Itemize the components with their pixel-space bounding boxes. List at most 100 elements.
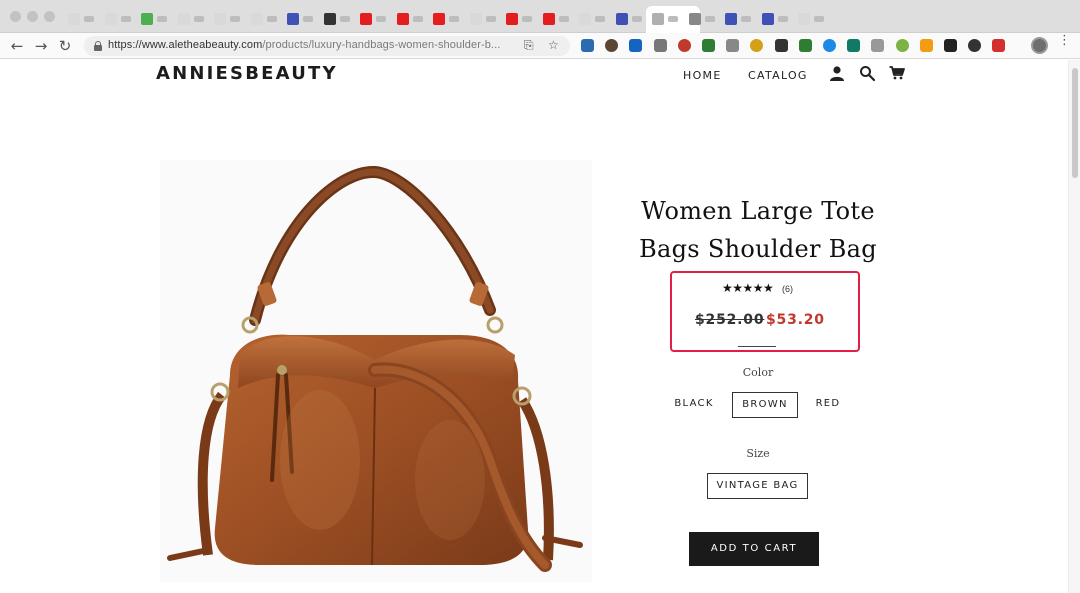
tab-favicon-icon xyxy=(396,13,409,25)
product-image[interactable] xyxy=(160,160,592,582)
url-main: https://www.aletheabeauty.com xyxy=(108,39,263,51)
extension-a-icon[interactable] xyxy=(944,39,957,52)
tab-title-redacted xyxy=(376,16,386,22)
reload-icon[interactable]: ↻ xyxy=(56,37,74,55)
back-arrow-icon[interactable]: ← xyxy=(8,37,26,55)
close-window-dot[interactable] xyxy=(10,11,21,22)
extension-bars-icon[interactable] xyxy=(798,39,812,52)
tab-favicon-icon xyxy=(323,13,336,25)
address-bar[interactable]: https://www.aletheabeauty.com/products/l… xyxy=(84,36,570,56)
browser-tab[interactable] xyxy=(391,6,428,33)
add-to-cart-button[interactable]: ADD TO CART xyxy=(689,532,819,566)
minimize-window-dot[interactable] xyxy=(27,11,38,22)
browser-tab[interactable] xyxy=(62,6,99,33)
color-swatch-red[interactable]: RED xyxy=(810,392,846,418)
browser-tab[interactable] xyxy=(354,6,391,33)
tab-title-redacted xyxy=(266,16,277,22)
page-scrollbar[interactable] xyxy=(1068,60,1080,593)
tab-title-redacted xyxy=(303,16,313,22)
product-title: Women Large Tote Bags Shoulder Bag xyxy=(630,192,886,268)
tab-favicon-icon xyxy=(652,13,664,25)
profile-avatar[interactable] xyxy=(1031,37,1048,54)
tab-title-redacted xyxy=(120,16,131,22)
tab-favicon-icon xyxy=(214,13,226,25)
tab-favicon-icon xyxy=(579,13,591,25)
extension-magnifier-icon[interactable] xyxy=(871,39,885,52)
extension-circle-icon[interactable] xyxy=(605,39,619,52)
extension-record-icon[interactable] xyxy=(992,39,1006,52)
browser-tab[interactable] xyxy=(719,6,756,33)
browser-tab[interactable] xyxy=(172,6,209,33)
color-swatch-black[interactable]: BLACK xyxy=(668,392,720,418)
browser-tab[interactable] xyxy=(208,6,245,33)
tab-title-redacted xyxy=(230,16,240,22)
extension-note-icon[interactable] xyxy=(653,39,667,52)
extension-square-icon[interactable] xyxy=(847,39,861,52)
extension-js-icon[interactable] xyxy=(774,39,788,52)
browser-tab[interactable] xyxy=(464,6,501,33)
tab-title-redacted xyxy=(814,16,824,22)
size-option-vintage-bag[interactable]: VINTAGE BAG xyxy=(707,473,808,499)
store-logo[interactable]: ANNIESBEAUTY xyxy=(156,63,338,84)
tab-favicon-icon xyxy=(688,13,701,25)
tab-title-redacted xyxy=(777,16,788,22)
browser-tab[interactable] xyxy=(500,6,537,33)
browser-tab[interactable] xyxy=(792,6,829,33)
tab-title-redacted xyxy=(412,16,423,22)
browser-tab[interactable] xyxy=(281,6,318,33)
sale-price: $53.20 xyxy=(766,312,825,328)
browser-tab[interactable] xyxy=(318,6,355,33)
extension-dot-icon[interactable] xyxy=(968,39,982,52)
color-swatch-brown[interactable]: BROWN xyxy=(732,392,798,418)
tab-title-redacted xyxy=(193,16,204,22)
browser-tab[interactable] xyxy=(135,6,172,33)
tab-favicon-icon xyxy=(177,13,190,25)
account-icon[interactable] xyxy=(829,65,845,81)
cart-icon[interactable] xyxy=(889,65,905,81)
tab-title-redacted xyxy=(339,16,350,22)
translate-icon[interactable]: ⎘ xyxy=(524,38,534,53)
extension-flag-icon[interactable] xyxy=(581,39,594,52)
extension-gem-icon[interactable] xyxy=(750,39,764,52)
tab-title-redacted xyxy=(449,16,459,22)
rating-stars[interactable]: ★★★★★ xyxy=(722,281,774,295)
nav-catalog[interactable]: CATALOG xyxy=(748,69,808,82)
browser-menu-icon[interactable]: ⋮ xyxy=(1058,34,1071,47)
product-title-line-1: Women Large Tote xyxy=(641,197,875,225)
extension-leaf-icon[interactable] xyxy=(702,39,715,52)
tab-favicon-icon xyxy=(615,13,628,25)
zoom-window-dot[interactable] xyxy=(44,11,55,22)
scrollbar-thumb[interactable] xyxy=(1072,68,1078,178)
extension-check-icon[interactable] xyxy=(823,39,836,52)
extension-target-icon[interactable] xyxy=(629,39,643,52)
browser-tab[interactable] xyxy=(245,6,282,33)
tab-title-redacted xyxy=(522,16,532,22)
tab-title-redacted xyxy=(668,16,678,22)
tab-favicon-icon xyxy=(761,13,774,25)
extension-key-icon[interactable] xyxy=(919,39,933,52)
forward-arrow-icon[interactable]: → xyxy=(32,37,50,55)
original-price: $252.00 xyxy=(695,312,765,328)
extension-moon-icon[interactable] xyxy=(726,39,740,52)
browser-tab[interactable] xyxy=(610,6,647,33)
browser-tab[interactable] xyxy=(573,6,610,33)
tab-favicon-icon xyxy=(250,13,263,25)
tab-favicon-icon xyxy=(287,13,299,25)
browser-tab[interactable] xyxy=(683,6,720,33)
nav-home[interactable]: HOME xyxy=(683,69,722,82)
browser-tab[interactable] xyxy=(756,6,793,33)
extension-store-icon[interactable] xyxy=(677,39,691,52)
browser-tab[interactable] xyxy=(427,6,464,33)
url-path: /products/luxury-handbags-women-shoulder… xyxy=(262,39,501,51)
tab-title-redacted xyxy=(485,16,496,22)
search-icon[interactable] xyxy=(859,65,875,81)
window-controls[interactable] xyxy=(10,11,55,22)
browser-toolbar: ← → ↻ https://www.aletheabeauty.com/prod… xyxy=(0,33,1080,59)
tab-favicon-icon xyxy=(141,13,153,25)
extension-puzzle-icon[interactable] xyxy=(895,39,909,52)
bookmark-star-icon[interactable]: ☆ xyxy=(548,38,559,52)
browser-tab[interactable] xyxy=(99,6,136,33)
browser-tab[interactable] xyxy=(537,6,574,33)
product-title-line-2: Bags Shoulder Bag xyxy=(639,235,877,263)
review-count[interactable]: (6) xyxy=(782,284,793,294)
